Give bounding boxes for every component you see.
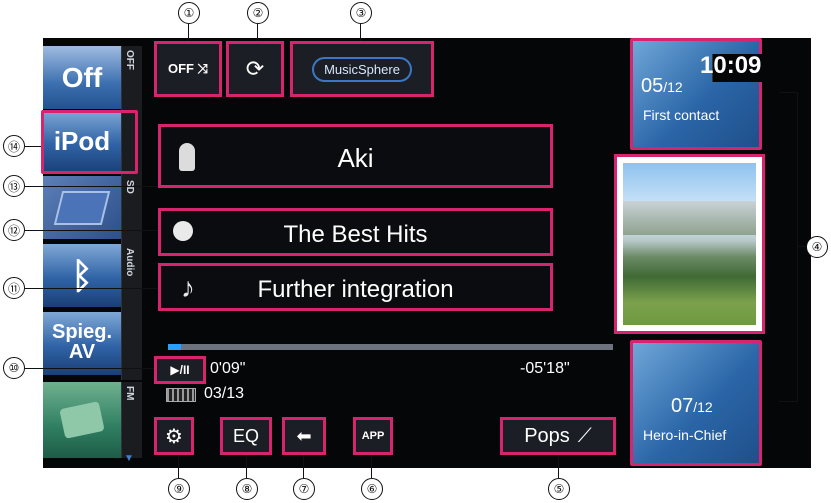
track-counter: 03/13 — [204, 385, 245, 402]
play-pause-button[interactable]: ▶/II — [154, 356, 206, 384]
callout-2: ② — [247, 2, 269, 24]
progress-track[interactable] — [168, 344, 613, 350]
repeat-button[interactable]: ⟳ — [226, 41, 284, 97]
callout-4: ④ — [806, 236, 828, 258]
film-icon — [166, 388, 196, 402]
callout-9: ⑨ — [168, 478, 190, 500]
song-row[interactable]: ♪ Further integration — [158, 263, 553, 311]
next-track-thumb[interactable]: 07/12 Hero-in-Chief — [630, 340, 762, 466]
song-name: Further integration — [257, 276, 454, 303]
app-button[interactable]: APP — [353, 417, 393, 455]
callout-12-line — [25, 230, 158, 231]
bluetooth-icon: ᛒ — [71, 254, 93, 296]
callout-10-line — [25, 368, 154, 369]
repeat-icon: ⟳ — [245, 56, 265, 81]
callout-7-line — [303, 455, 304, 478]
shuffle-button[interactable]: OFF ⤨ — [154, 41, 222, 97]
source-av-strip[interactable] — [121, 312, 142, 380]
callout-1-line — [188, 24, 189, 41]
eq-label: EQ — [232, 425, 259, 446]
source-spieg-av-label: Spieg. AV — [51, 321, 112, 363]
back-icon: ⬅ — [296, 425, 312, 446]
remaining-time: -05'18" — [520, 360, 570, 377]
artist-name: Aki — [337, 143, 374, 173]
album-row[interactable]: The Best Hits — [158, 208, 553, 256]
prev-track-number: 05/12 — [641, 75, 683, 97]
callout-11: ⑪ — [3, 277, 25, 299]
callout-4-line-top — [779, 92, 797, 93]
source-fm-tile[interactable] — [43, 382, 121, 458]
callout-3: ③ — [350, 2, 372, 24]
mountain-shape — [623, 201, 756, 235]
callout-6-line — [371, 455, 372, 478]
callout-3-line — [360, 24, 361, 41]
callout-4-line-mid — [797, 246, 807, 247]
gear-icon: ⚙ — [165, 425, 183, 448]
settings-button[interactable]: ⚙ — [154, 417, 194, 455]
album-name: The Best Hits — [283, 221, 428, 248]
callout-2-line — [257, 24, 258, 41]
callout-4-line-bottom — [779, 401, 797, 402]
source-fm-strip[interactable]: FM — [121, 382, 142, 458]
source-audio-strip-label: Audio — [124, 248, 135, 277]
source-off-tile[interactable]: Off — [43, 46, 121, 109]
callout-7: ⑦ — [293, 478, 315, 500]
artist-row[interactable]: Aki — [158, 124, 553, 188]
app-label: APP — [361, 430, 385, 442]
source-audio-strip[interactable]: Audio — [121, 244, 142, 312]
source-off-strip-label: OFF — [124, 50, 135, 70]
source-off-strip[interactable]: OFF — [121, 46, 142, 114]
callout-14-line — [25, 146, 41, 147]
album-art-frame — [614, 154, 765, 334]
album-art — [623, 163, 756, 325]
callout-6: ⑥ — [361, 478, 383, 500]
back-button[interactable]: ⬅ — [282, 417, 326, 455]
source-bluetooth-tile[interactable]: ᛒ — [43, 244, 121, 307]
radio-icon — [59, 401, 105, 439]
source-fm-strip-label: FM — [124, 386, 135, 401]
pops-button[interactable]: Pops ⟋ — [500, 417, 616, 455]
callout-12: ⑫ — [3, 219, 25, 241]
callout-11-line — [25, 288, 158, 289]
shuffle-label: OFF ⤨ — [167, 61, 208, 76]
musicsphere-button[interactable]: MusicSphere — [290, 41, 434, 97]
progress-fill — [168, 344, 182, 350]
prev-track-title: First contact — [643, 107, 720, 123]
callout-4-line-vertical — [797, 92, 798, 402]
callout-14: ⑭ — [3, 135, 25, 157]
pops-label: Pops — [524, 424, 570, 447]
elapsed-time: 0'09" — [210, 360, 246, 377]
callout-8: ⑧ — [236, 478, 258, 500]
clock-time: 10:09 — [700, 52, 762, 79]
callout-8-line — [246, 455, 247, 478]
source-off-label: Off — [61, 61, 103, 93]
eq-button[interactable]: EQ — [220, 417, 272, 455]
next-track-title: Hero-in-Chief — [643, 427, 727, 443]
source-spieg-av-tile[interactable]: Spieg. AV — [43, 312, 121, 375]
musicsphere-label: MusicSphere — [312, 56, 412, 82]
ipod-callout-box — [41, 110, 138, 174]
next-track-number: 07/12 — [671, 395, 713, 417]
callout-10: ⑩ — [3, 357, 25, 379]
callout-9-line — [178, 455, 179, 478]
callout-13: ⑬ — [3, 175, 25, 197]
scroll-down-icon[interactable]: ▼ — [124, 453, 134, 464]
play-pause-label: ▶/II — [170, 363, 190, 377]
callout-5: ⑤ — [548, 478, 570, 500]
callout-5-line — [558, 455, 559, 478]
callout-1: ① — [178, 2, 200, 24]
guitar-icon: ⟋ — [577, 424, 592, 447]
callout-13-line — [25, 186, 158, 187]
sd-card-icon — [53, 190, 111, 225]
